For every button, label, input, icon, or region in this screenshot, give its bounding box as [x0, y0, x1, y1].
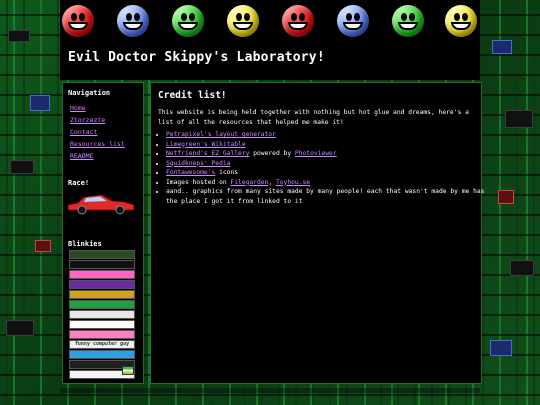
nav-heading: Navigation	[68, 89, 111, 97]
blinkie-badge	[69, 250, 135, 259]
pride-flag-badge	[122, 366, 134, 375]
credit-item: Petrapixel's layout generator	[166, 130, 486, 140]
credit-link[interactable]: Limegreen's Wikitable	[166, 141, 246, 148]
nav-link-readme[interactable]: README	[70, 152, 93, 160]
blinkie-badge	[69, 310, 135, 319]
blinkies-heading: Blinkies	[68, 240, 102, 248]
blinkies-list: funny computer guy	[69, 250, 135, 380]
credit-link[interactable]: Filegarden	[230, 179, 268, 186]
circuit-chip	[490, 340, 512, 356]
sidebar: Navigation Home Ztorzezte Contact Resour…	[62, 82, 144, 384]
credit-link[interactable]: Petrapixel's layout generator	[166, 131, 276, 138]
circuit-chip	[505, 110, 533, 128]
circuit-chip	[35, 240, 51, 252]
credit-item: Images hosted on Filegarden, Toyhou.se	[166, 178, 486, 188]
credit-text: ,	[268, 178, 276, 186]
credit-link[interactable]: Netfriend's EZ Gallery	[166, 150, 249, 157]
blinkie-badge	[69, 260, 135, 269]
nav-list: Home Ztorzezte Contact Resources list RE…	[70, 102, 125, 162]
credit-text: aand.. graphics from many sites made by …	[166, 188, 485, 205]
circuit-chip	[498, 190, 514, 204]
circuit-chip	[492, 40, 512, 54]
smiley-face-icon	[445, 5, 477, 37]
blinkie-badge	[69, 330, 135, 339]
nav-link-home[interactable]: Home	[70, 104, 86, 112]
blinkie-badge	[69, 280, 135, 289]
main-content: Credit list! This website is being held …	[150, 82, 484, 384]
nav-item: Ztorzezte	[70, 114, 125, 126]
nav-item: Home	[70, 102, 125, 114]
smiley-face-icon	[172, 5, 204, 37]
race-car-image	[68, 194, 134, 215]
smiley-face-icon	[62, 5, 94, 37]
nav-item: Resources list	[70, 138, 125, 150]
smiley-face-icon	[227, 5, 259, 37]
credit-text: powered by	[249, 150, 295, 157]
blinkie-badge	[69, 290, 135, 299]
intro-text: This website is being held together with…	[158, 109, 469, 126]
smiley-face-icon	[282, 5, 314, 37]
credit-link[interactable]: Squidkneps' Pedia	[166, 160, 230, 167]
circuit-chip	[30, 95, 50, 111]
nav-link-resources[interactable]: Resources list	[70, 140, 125, 148]
nav-link-ztorzezte[interactable]: Ztorzezte	[70, 116, 105, 124]
credit-item: Fontawesome's icons	[166, 168, 486, 178]
blinkie-badge	[69, 320, 135, 329]
credit-link[interactable]: Photoviewer	[295, 150, 337, 157]
nav-link-contact[interactable]: Contact	[70, 128, 97, 136]
blinkie-badge: funny computer guy	[69, 340, 135, 349]
credits-list: Petrapixel's layout generator Limegreen's…	[158, 130, 486, 206]
site-title: Evil Doctor Skippy's Laboratory!	[68, 50, 325, 65]
credit-item: Squidkneps' Pedia	[166, 159, 486, 169]
blinkie-badge	[69, 350, 135, 359]
credit-text: Images hosted on	[166, 178, 231, 186]
smiley-face-icon	[392, 5, 424, 37]
race-heading: Race!	[68, 179, 90, 187]
circuit-chip	[510, 260, 534, 276]
circuit-chip	[6, 320, 34, 336]
blinkie-badge	[69, 270, 135, 279]
circuit-chip	[10, 160, 34, 174]
credit-item: Limegreen's Wikitable	[166, 140, 486, 150]
credit-text: icons	[215, 169, 239, 176]
credit-item: Netfriend's EZ Gallery powered by Photov…	[166, 149, 486, 159]
credit-link[interactable]: Toyhou.se	[276, 179, 310, 186]
blinkie-badge	[69, 300, 135, 309]
circuit-chip	[8, 30, 30, 42]
nav-item: Contact	[70, 126, 125, 138]
nav-item: README	[70, 150, 125, 162]
smiley-face-icon	[337, 5, 369, 37]
page-title: Credit list!	[158, 90, 227, 101]
credit-link[interactable]: Fontawesome's	[166, 169, 215, 176]
smiley-face-icon	[117, 5, 149, 37]
credit-item: aand.. graphics from many sites made by …	[166, 187, 486, 206]
footer-strip	[60, 388, 480, 393]
site-header: Evil Doctor Skippy's Laboratory!	[60, 0, 480, 80]
